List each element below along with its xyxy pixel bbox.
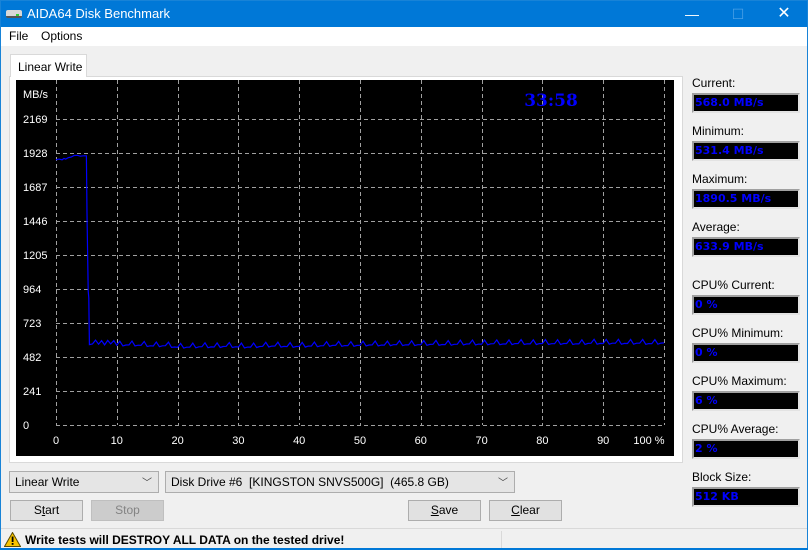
cpu-average-value: 2 % xyxy=(692,439,800,459)
drive-select[interactable]: Disk Drive #6 [KINGSTON SNVS500G] (465.8… xyxy=(165,471,515,493)
maximum-label: Maximum: xyxy=(692,172,747,186)
disk-icon xyxy=(6,10,22,18)
window-title: AIDA64 Disk Benchmark xyxy=(27,6,170,21)
cpu-maximum-value: 6 % xyxy=(692,391,800,411)
status-separator xyxy=(501,531,502,549)
close-button[interactable]: ✕ xyxy=(761,1,807,27)
drive-value: Disk Drive #6 [KINGSTON SNVS500G] (465.8… xyxy=(171,475,449,489)
cpu-minimum-label: CPU% Minimum: xyxy=(692,326,783,340)
minimize-button[interactable]: — xyxy=(669,1,715,27)
chart-svg: 0 10 20 30 40 50 60 70 80 90 100 % 0 241 482 723 964 120… xyxy=(16,80,674,456)
start-button[interactable]: Start xyxy=(10,500,83,521)
y-tick-label: 723 xyxy=(23,318,41,330)
x-tick-label: 80 xyxy=(536,435,548,447)
x-tick-label: 30 xyxy=(232,435,244,447)
cpu-maximum-label: CPU% Maximum: xyxy=(692,374,787,388)
maximum-value: 1890.5 MB/s xyxy=(692,189,800,209)
y-tick-label: 1928 xyxy=(23,148,47,160)
current-label: Current: xyxy=(692,76,735,90)
save-button[interactable]: Save xyxy=(408,500,481,521)
test-type-select[interactable]: Linear Write ﹀ xyxy=(9,471,159,493)
y-axis-label: MB/s xyxy=(23,89,49,101)
x-tick-label: 100 % xyxy=(633,435,664,447)
x-tick-label: 20 xyxy=(171,435,183,447)
chart-ticks: 0 10 20 30 40 50 60 70 80 90 100 % 0 241 482 723 964 120… xyxy=(23,114,665,447)
chart-grid xyxy=(56,80,665,426)
benchmark-chart: 0 10 20 30 40 50 60 70 80 90 100 % 0 241 482 723 964 120… xyxy=(16,80,674,456)
x-tick-label: 90 xyxy=(597,435,609,447)
status-bar: Write tests will DESTROY ALL DATA on the… xyxy=(1,528,807,550)
menu-file-label: File xyxy=(9,29,28,43)
title-bar[interactable]: AIDA64 Disk Benchmark — ☐ ✕ xyxy=(1,1,807,27)
menu-file[interactable]: File xyxy=(9,29,28,43)
minimum-label: Minimum: xyxy=(692,124,744,138)
clear-label-accel: C xyxy=(511,503,520,517)
cpu-minimum-value: 0 % xyxy=(692,343,800,363)
x-tick-label: 40 xyxy=(293,435,305,447)
cpu-current-value: 0 % xyxy=(692,295,800,315)
menu-bar: File Options xyxy=(1,27,807,46)
app-window: AIDA64 Disk Benchmark — ☐ ✕ File Options… xyxy=(0,0,808,550)
stop-button[interactable]: Stop xyxy=(91,500,164,521)
warning-message: Write tests will DESTROY ALL DATA on the… xyxy=(25,533,344,547)
start-label-b: art xyxy=(45,503,59,517)
y-tick-label: 964 xyxy=(23,284,41,296)
average-label: Average: xyxy=(692,220,740,234)
y-tick-label: 1446 xyxy=(23,216,47,228)
menu-options[interactable]: Options xyxy=(41,29,82,43)
cpu-average-label: CPU% Average: xyxy=(692,422,779,436)
chevron-down-icon: ﹀ xyxy=(142,474,152,489)
minimum-value: 531.4 MB/s xyxy=(692,141,800,161)
x-tick-label: 10 xyxy=(111,435,123,447)
chevron-down-icon: ﹀ xyxy=(498,474,508,489)
clear-label: lear xyxy=(520,503,540,517)
y-tick-label: 2169 xyxy=(23,114,47,126)
maximize-button[interactable]: ☐ xyxy=(715,1,761,27)
block-size-label: Block Size: xyxy=(692,470,751,484)
block-size-value: 512 KB xyxy=(692,487,800,507)
clear-button[interactable]: Clear xyxy=(489,500,562,521)
menu-options-label: Options xyxy=(41,29,82,43)
save-label: ave xyxy=(439,503,458,517)
warning-icon xyxy=(4,532,21,547)
y-tick-label: 0 xyxy=(23,420,29,432)
cpu-current-label: CPU% Current: xyxy=(692,278,775,292)
elapsed-timer: 33:58 xyxy=(524,91,578,111)
y-tick-label: 241 xyxy=(23,386,41,398)
test-type-value: Linear Write xyxy=(15,475,79,489)
x-tick-label: 70 xyxy=(475,435,487,447)
tab-linear-write[interactable]: Linear Write xyxy=(10,54,87,77)
y-tick-label: 1687 xyxy=(23,182,47,194)
x-tick-label: 60 xyxy=(415,435,427,447)
y-tick-label: 482 xyxy=(23,352,41,364)
y-tick-label: 1205 xyxy=(23,250,47,262)
x-tick-label: 0 xyxy=(53,435,59,447)
current-value: 568.0 MB/s xyxy=(692,93,800,113)
average-value: 633.9 MB/s xyxy=(692,237,800,257)
start-label-a: S xyxy=(34,503,42,517)
x-tick-label: 50 xyxy=(354,435,366,447)
save-label-accel: S xyxy=(431,503,439,517)
